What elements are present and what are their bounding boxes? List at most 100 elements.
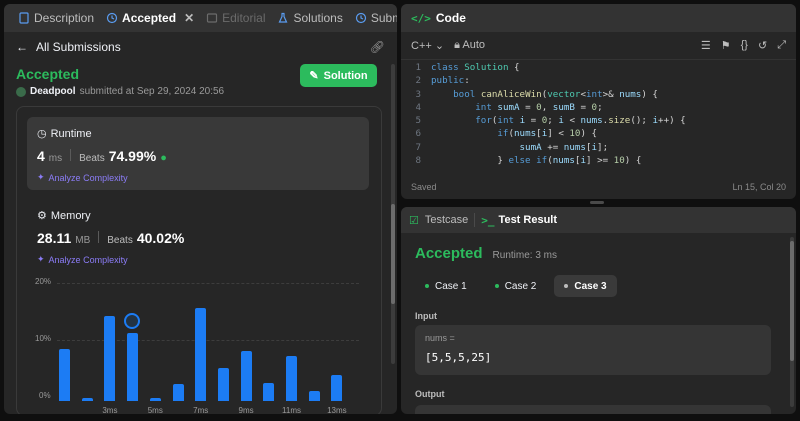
tab-solutions[interactable]: Solutions: [271, 4, 348, 32]
pass-dot: [425, 284, 429, 288]
submission-status: Accepted: [16, 66, 80, 82]
chart-bar[interactable]: [286, 355, 297, 401]
code-text: int sumA = 0, sumB = 0;: [475, 101, 603, 113]
code-header-label: Code: [435, 11, 466, 25]
code-line[interactable]: 8 } else if(nums[i] >= 10) {: [401, 155, 796, 168]
reset-icon[interactable]: ↺: [758, 39, 767, 52]
back-arrow-icon[interactable]: ←: [16, 40, 28, 54]
close-tab-icon[interactable]: ✕: [184, 11, 194, 25]
edit-icon: ✎: [309, 70, 319, 82]
code-text: sumA += nums[i];: [519, 141, 609, 153]
code-text: for(int i = 0; i < nums.size(); i++) {: [475, 115, 686, 127]
mode-label: Auto: [462, 39, 486, 51]
expand-icon[interactable]: ⤢: [777, 39, 786, 52]
bookmark-icon[interactable]: ⚑: [721, 39, 731, 52]
chip-icon: ⚙: [37, 210, 47, 222]
y-tick-label: 20%: [35, 277, 52, 286]
code-line[interactable]: 4 int sumA = 0, sumB = 0;: [401, 102, 796, 115]
braces-icon[interactable]: {}: [741, 39, 748, 52]
left-scrollbar[interactable]: [391, 64, 395, 364]
code-line[interactable]: 2 public:: [401, 75, 796, 88]
chart-bar[interactable]: [127, 333, 139, 401]
chart-bar[interactable]: [149, 398, 161, 401]
code-line[interactable]: 6 if(nums[i] < 10) {: [401, 128, 796, 141]
chart-bar[interactable]: [59, 349, 70, 401]
chart-bar[interactable]: [308, 391, 320, 401]
code-text: bool canAliceWin(vector<int>& nums) {: [453, 88, 658, 100]
scrollbar-thumb[interactable]: [790, 241, 794, 361]
panel-resize-handle[interactable]: [590, 201, 604, 204]
chart-bar[interactable]: [263, 382, 275, 401]
avatar[interactable]: [16, 86, 26, 97]
runtime-beats-value: 74.99%: [108, 148, 157, 164]
memory-title-label: Memory: [50, 209, 91, 222]
line-number: 4: [415, 101, 421, 113]
result-runtime: Runtime: 3 ms: [492, 250, 557, 261]
test-scrollbar[interactable]: [790, 237, 794, 407]
all-submissions-link[interactable]: All Submissions: [36, 40, 121, 54]
tab-accepted-label: Accepted: [122, 11, 177, 25]
case-tab-2[interactable]: Case 2: [485, 275, 547, 297]
tab-submissions[interactable]: Subm: [349, 4, 397, 32]
runtime-values: 4 ms Beats 74.99% ●: [37, 148, 167, 164]
autocomplete-mode[interactable]: 🔒︎ Auto: [454, 39, 485, 52]
tab-accepted[interactable]: Accepted ✕: [100, 4, 200, 32]
memory-analyze-link[interactable]: ✦ Analyze Complexity: [37, 254, 128, 265]
history-icon: [106, 12, 118, 24]
tab-editorial-label: Editorial: [222, 11, 266, 25]
saved-status: Saved: [411, 182, 437, 192]
left-panel: Description Accepted ✕ Editorial Solutio…: [4, 4, 397, 414]
stats-container: ◷ Runtime 4 ms Beats 74.99% ● ✦ Analyze …: [16, 106, 382, 414]
chart-bar[interactable]: [331, 375, 343, 401]
code-text: if(nums[i] < 10) {: [497, 128, 598, 140]
language-label: C++: [411, 40, 432, 52]
case-tab-3[interactable]: Case 3: [554, 275, 617, 297]
result-status: Accepted: [415, 245, 483, 262]
tab-divider: [474, 213, 476, 227]
code-line[interactable]: 7 sumA += nums[i];: [401, 142, 796, 155]
x-tick-label: 9ms: [238, 406, 254, 414]
chart-bar[interactable]: [195, 308, 207, 401]
case-tab-label: Case 1: [435, 280, 467, 292]
format-icon[interactable]: ☰: [701, 39, 711, 52]
y-tick-label: 10%: [35, 334, 52, 343]
test-panel: ☑ Testcase >_ Test Result Accepted Runti…: [401, 207, 796, 414]
memory-beats-label: Beats: [107, 235, 133, 246]
language-selector[interactable]: C++ ⌄: [411, 39, 444, 52]
chart-bar[interactable]: [217, 368, 229, 401]
result-line: Accepted Runtime: 3 ms: [415, 245, 557, 262]
tab-editorial[interactable]: Editorial: [200, 4, 271, 32]
chevron-down-icon: ⌄: [434, 40, 445, 52]
memory-card[interactable]: ⚙ Memory 28.11 MB Beats 40.02% ✦ Analyze…: [27, 199, 369, 272]
tab-testcase[interactable]: Testcase: [425, 214, 468, 226]
chart-bar[interactable]: [104, 316, 116, 401]
code-text: class Solution {: [431, 62, 520, 73]
code-header: </> Code: [401, 4, 796, 32]
terminal-icon: >_: [481, 213, 495, 227]
solution-button[interactable]: ✎ Solution: [300, 64, 377, 87]
runtime-value: 4: [37, 148, 45, 164]
scrollbar-thumb[interactable]: [391, 204, 395, 304]
code-editor[interactable]: 1 class Solution {2 public: 3 bool canAlice…: [401, 62, 796, 172]
code-line[interactable]: 5 for(int i = 0; i < nums.size(); i++) {: [401, 115, 796, 128]
code-line[interactable]: 1 class Solution {: [401, 62, 796, 75]
left-tabbar: Description Accepted ✕ Editorial Solutio…: [4, 4, 397, 32]
line-number: 5: [415, 115, 421, 127]
code-line[interactable]: 3 bool canAliceWin(vector<int>& nums) {: [401, 89, 796, 102]
code-toolbar: C++ ⌄ 🔒︎ Auto ☰ ⚑ {} ↺ ⤢: [401, 32, 796, 60]
case-tab-1[interactable]: Case 1: [415, 275, 477, 297]
chart-bar[interactable]: [240, 350, 252, 401]
chart-bar[interactable]: [172, 383, 184, 401]
link-icon[interactable]: 🔗︎: [370, 40, 385, 54]
output-box: [415, 405, 771, 414]
gridline: [57, 283, 359, 284]
submitter-username[interactable]: Deadpool: [30, 86, 76, 97]
runtime-analyze-link[interactable]: ✦ Analyze Complexity: [37, 172, 128, 183]
tab-test-result[interactable]: >_ Test Result: [481, 214, 557, 227]
runtime-card[interactable]: ◷ Runtime 4 ms Beats 74.99% ● ✦ Analyze …: [27, 117, 369, 190]
solution-button-label: Solution: [323, 69, 368, 82]
runtime-distribution-chart[interactable]: 20% 10% 0% 3ms 5ms 7ms 9ms 11ms 13ms: [27, 277, 369, 414]
tab-description[interactable]: Description: [12, 4, 100, 32]
chart-bar[interactable]: [81, 397, 93, 401]
case-tab-label: Case 2: [504, 280, 537, 292]
